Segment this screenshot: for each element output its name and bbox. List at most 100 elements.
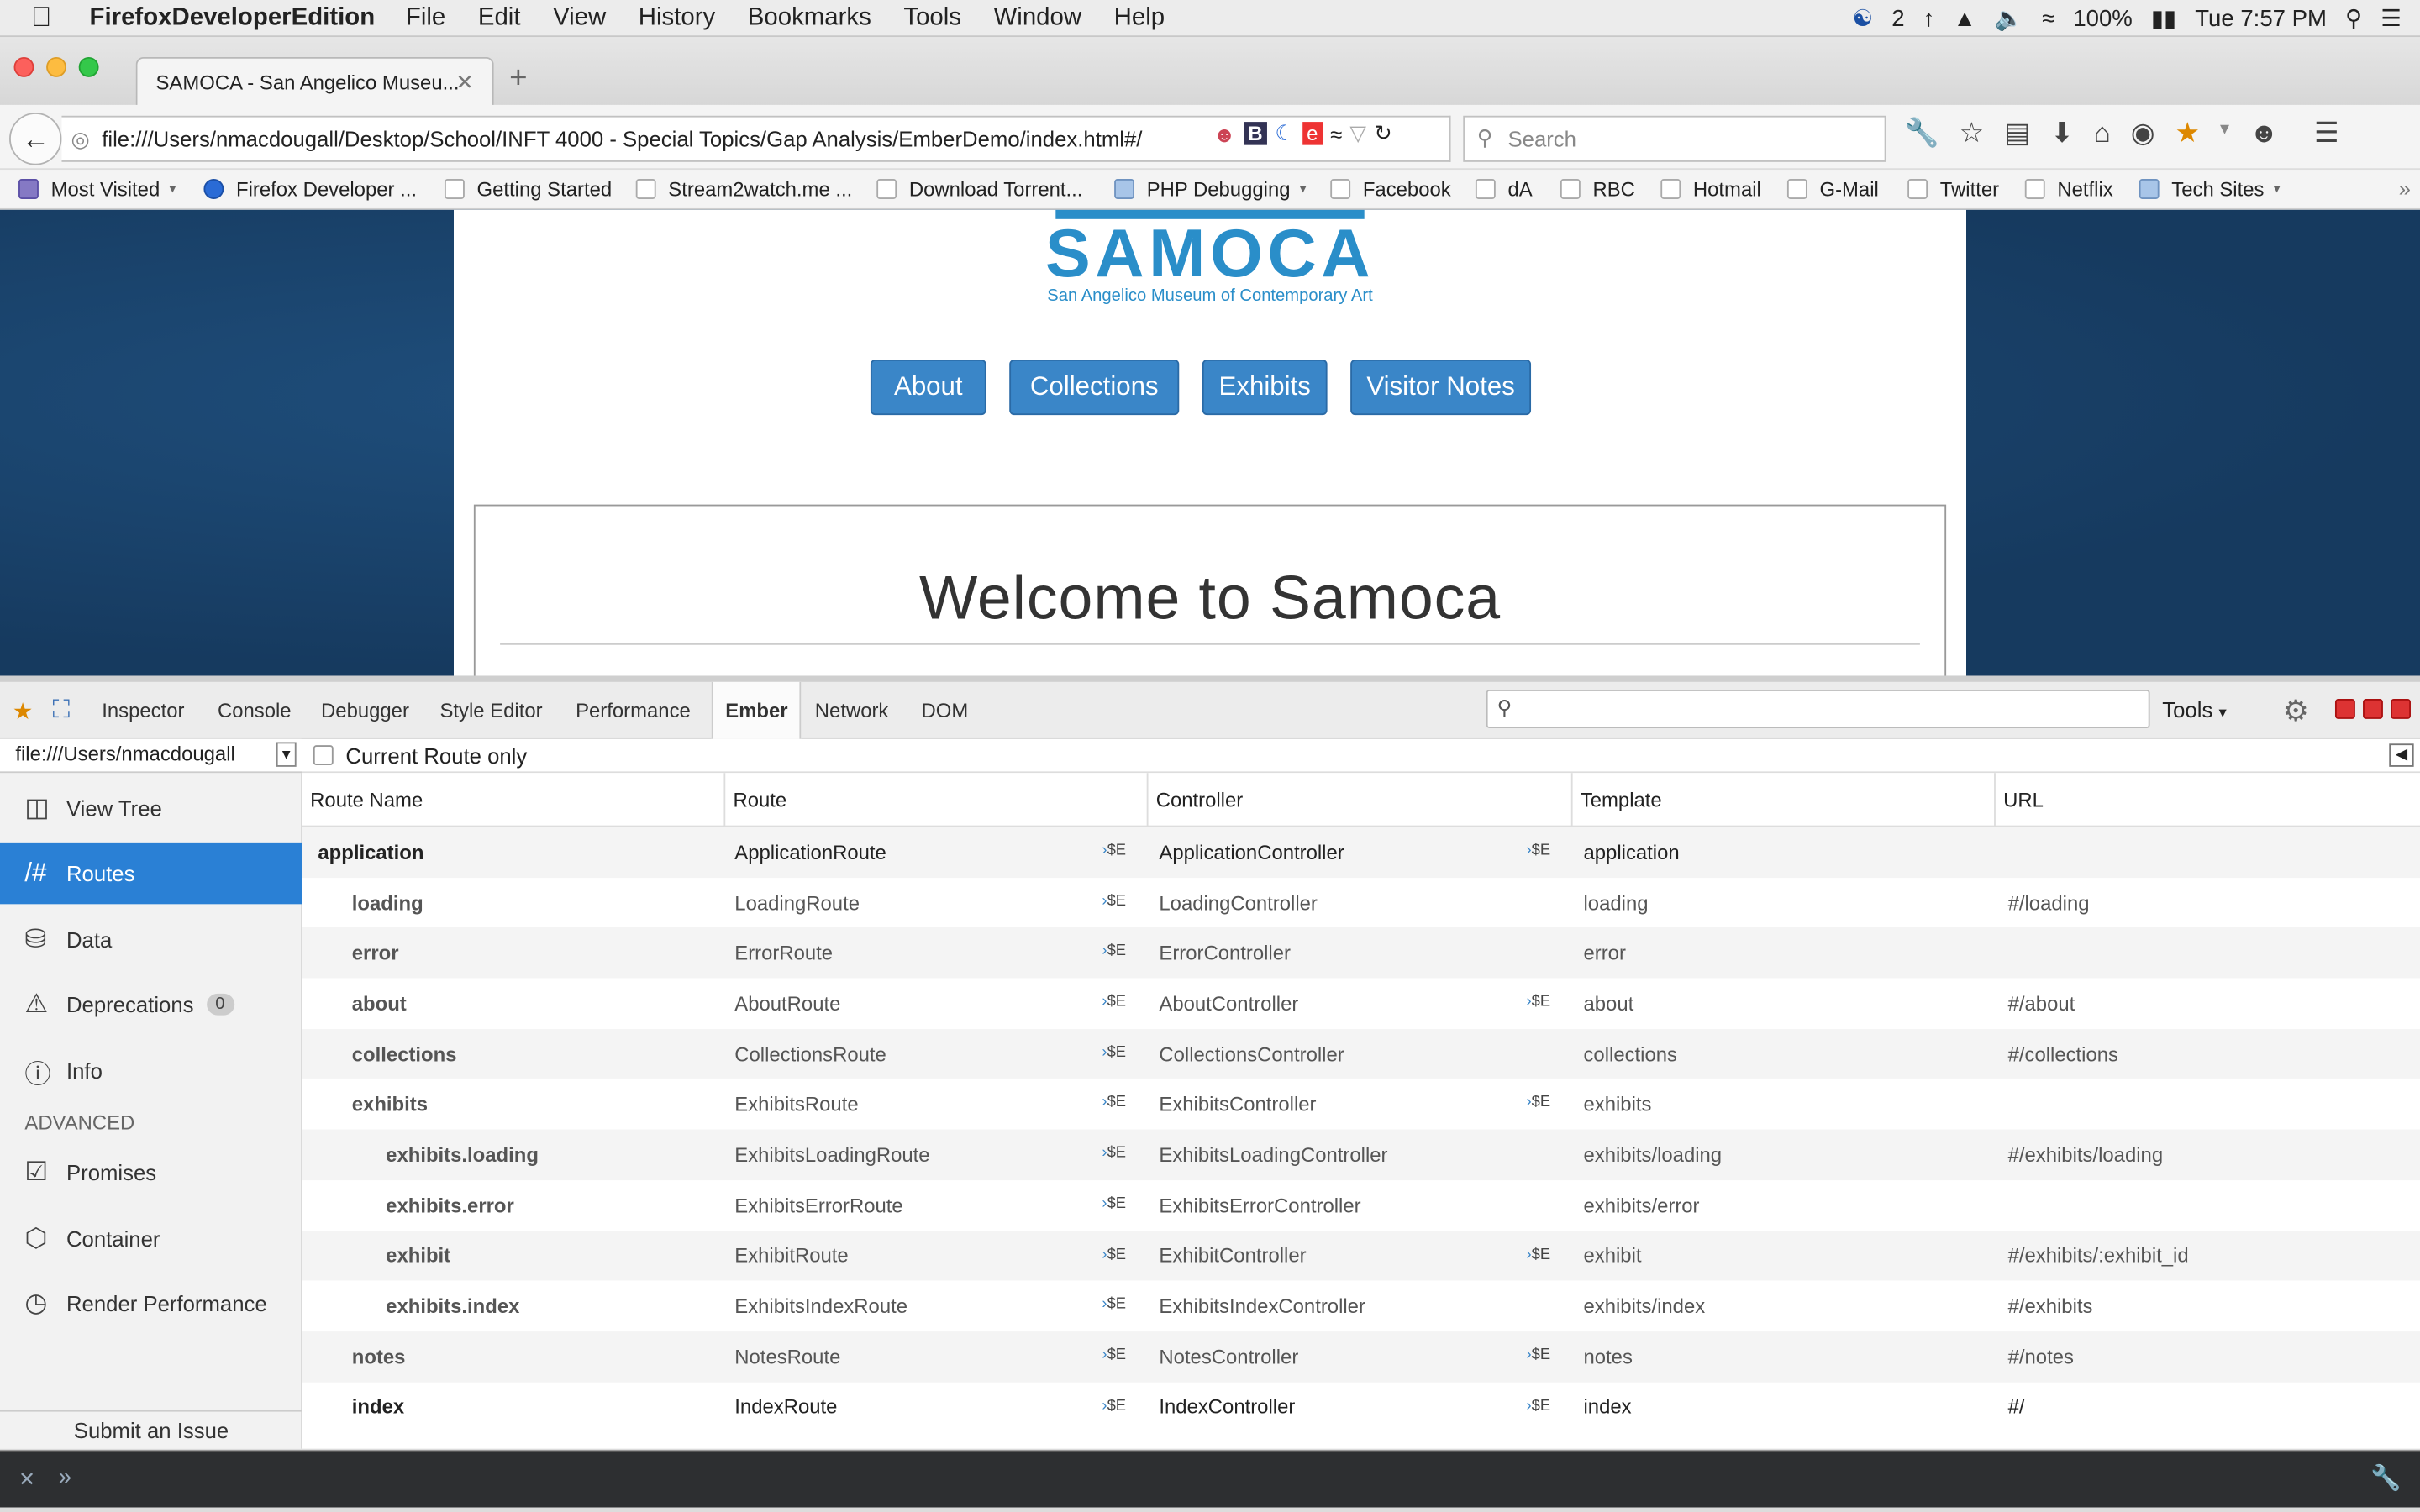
tab-inspector[interactable]: Inspector	[102, 682, 184, 739]
creative-cloud-icon[interactable]: ☯	[1853, 5, 1874, 32]
send-controller-to-console-button[interactable]: ›$E	[1527, 1347, 1551, 1363]
mustache-addon-icon[interactable]: ≈	[1330, 121, 1342, 145]
gear-icon[interactable]: ⚙	[2283, 695, 2309, 730]
search-bar[interactable]: ⚲ Search	[1463, 115, 1886, 162]
bookmark-twitter[interactable]: Twitter	[1907, 177, 1999, 201]
table-row[interactable]: exhibit ExhibitRoute ExhibitController exhi…	[302, 1230, 2420, 1281]
menu-file[interactable]: File	[406, 4, 445, 32]
tab-network[interactable]: Network	[815, 682, 889, 739]
tab-debugger[interactable]: Debugger	[321, 682, 409, 739]
drive-icon[interactable]: ▲	[1953, 5, 1975, 31]
send-controller-to-console-button[interactable]: ›$E	[1527, 843, 1551, 859]
battery-icon[interactable]: ▮▮	[2151, 5, 2176, 32]
spotlight-icon[interactable]: ⚲	[2345, 5, 2362, 32]
moon-addon-icon[interactable]: ☾	[1275, 120, 1294, 146]
nav-render-performance[interactable]: ◷ Render Performance	[0, 1273, 302, 1334]
tab-performance[interactable]: Performance	[576, 682, 691, 739]
tools-menu[interactable]: Tools ▾	[2162, 697, 2226, 722]
dock-side-icon[interactable]	[2334, 699, 2355, 719]
menu-help[interactable]: Help	[1114, 4, 1165, 32]
table-row[interactable]: exhibits ExhibitsRoute ExhibitsController e…	[302, 1079, 2420, 1130]
nav-info[interactable]: ⓘ Info	[0, 1040, 302, 1101]
reading-list-icon[interactable]: ▤	[2004, 118, 2030, 150]
browser-tab[interactable]: SAMOCA - San Angelico Museu... ✕	[135, 56, 494, 107]
close-tab-icon[interactable]: ✕	[455, 70, 474, 96]
close-devtools-icon[interactable]	[2391, 699, 2411, 719]
send-route-to-console-button[interactable]: ›$E	[1102, 1296, 1126, 1313]
table-row[interactable]: collections CollectionsRoute CollectionsCo…	[302, 1028, 2420, 1079]
nav-container[interactable]: ⬡ Container	[0, 1208, 302, 1269]
hamburger-menu-icon[interactable]: ☰	[2314, 118, 2339, 150]
console-prompt-icon[interactable]: »	[59, 1464, 71, 1490]
bookmark-star-icon[interactable]: ☆	[1960, 118, 1985, 150]
bookmark-facebook[interactable]: Facebook	[1330, 177, 1451, 201]
toggle-panel-icon[interactable]: ◀	[2389, 743, 2414, 767]
menu-edit[interactable]: Edit	[478, 4, 521, 32]
bookmark-tech-sites[interactable]: Tech Sites ▾	[2139, 177, 2281, 201]
send-route-to-console-button[interactable]: ›$E	[1102, 1044, 1126, 1061]
menu-bookmarks[interactable]: Bookmarks	[748, 4, 871, 32]
nav-routes[interactable]: /# Routes	[0, 842, 303, 905]
tab-console[interactable]: Console	[218, 682, 292, 739]
wifi-icon[interactable]: ≈	[2042, 5, 2054, 31]
download-icon[interactable]: ⬇	[2050, 118, 2074, 150]
ember-inspector-addon-icon[interactable]: ☻	[1213, 121, 1236, 145]
send-controller-to-console-button[interactable]: ›$E	[1527, 1246, 1551, 1263]
bookmark-da[interactable]: dA	[1475, 177, 1533, 201]
send-route-to-console-button[interactable]: ›$E	[1102, 1195, 1126, 1212]
send-controller-to-console-button[interactable]: ›$E	[1527, 1095, 1551, 1111]
send-controller-to-console-button[interactable]: ›$E	[1527, 1397, 1551, 1414]
close-console-icon[interactable]: ✕	[18, 1467, 35, 1492]
new-tab-button[interactable]: +	[509, 61, 527, 97]
bookmark-netflix[interactable]: Netflix	[2024, 177, 2113, 201]
send-route-to-console-button[interactable]: ›$E	[1102, 1347, 1126, 1363]
table-row[interactable]: about AboutRoute AboutController about #/abo…	[302, 979, 2420, 1029]
menu-view[interactable]: View	[553, 4, 606, 32]
firebug-icon[interactable]: ★	[13, 682, 34, 739]
bookmark-download-torrent[interactable]: Download Torrent...	[876, 177, 1082, 201]
firebug-dropdown-icon[interactable]: ▾	[2220, 118, 2229, 150]
firebug-icon[interactable]: ★	[2175, 118, 2200, 150]
nav-data[interactable]: ⛁ Data	[0, 909, 302, 970]
send-controller-to-console-button[interactable]: ›$E	[1527, 994, 1551, 1011]
usb-icon[interactable]: ↑	[1923, 5, 1935, 31]
app-select[interactable]: file:///Users/nmacdougall ▼	[0, 738, 303, 774]
b-addon-icon[interactable]: B	[1243, 122, 1268, 145]
bookmark-php-debugging[interactable]: PHP Debugging ▾	[1114, 177, 1307, 201]
tab-style-editor[interactable]: Style Editor	[439, 682, 542, 739]
nav-promises[interactable]: ☑ Promises	[0, 1142, 302, 1203]
send-route-to-console-button[interactable]: ›$E	[1102, 1397, 1126, 1414]
clock[interactable]: Tue 7:57 PM	[2195, 5, 2327, 31]
undock-icon[interactable]	[2363, 699, 2383, 719]
bookmark-getting-started[interactable]: Getting Started	[444, 177, 612, 201]
reload-icon[interactable]: ↻	[1374, 120, 1392, 146]
send-route-to-console-button[interactable]: ›$E	[1102, 1095, 1126, 1111]
menu-window[interactable]: Window	[994, 4, 1082, 32]
send-route-to-console-button[interactable]: ›$E	[1102, 893, 1126, 910]
volume-icon[interactable]: 🔈	[1995, 5, 2023, 32]
menu-history[interactable]: History	[639, 4, 715, 32]
zoom-window-button[interactable]	[78, 56, 99, 77]
collections-button[interactable]: Collections	[1009, 359, 1180, 416]
minimize-window-button[interactable]	[46, 56, 66, 77]
visitor-notes-button[interactable]: Visitor Notes	[1350, 359, 1532, 416]
send-route-to-console-button[interactable]: ›$E	[1102, 1145, 1126, 1162]
exhibits-button[interactable]: Exhibits	[1202, 359, 1328, 416]
table-row[interactable]: notes NotesRoute NotesController notes #/not…	[302, 1331, 2420, 1382]
notification-center-icon[interactable]: ☰	[2381, 5, 2402, 32]
bookmark-rbc[interactable]: RBC	[1560, 177, 1635, 201]
tab-dom[interactable]: DOM	[922, 682, 969, 739]
home-icon[interactable]: ⌂	[2094, 118, 2111, 150]
devtools-splitter[interactable]	[0, 675, 2420, 682]
pocket-icon[interactable]: ◉	[2131, 118, 2155, 150]
table-row[interactable]: index IndexRoute IndexController index #/ ›$E…	[302, 1382, 2420, 1432]
samoca-logo[interactable]: SAMOCA San Angelico Museum of Contempora…	[454, 209, 1966, 306]
bookmark-most-visited[interactable]: Most Visited ▾	[18, 177, 176, 201]
bookmark-firefox-developer[interactable]: Firefox Developer ...	[203, 177, 417, 201]
app-menu[interactable]: FirefoxDeveloperEdition	[90, 4, 376, 32]
bookmarks-overflow-icon[interactable]: »	[2399, 176, 2411, 200]
element-picker-icon[interactable]: ⛶	[52, 682, 70, 739]
e-addon-icon[interactable]: e	[1302, 122, 1323, 145]
menu-tools[interactable]: Tools	[903, 4, 961, 32]
bookmark-stream2watch[interactable]: Stream2watch.me ...	[635, 177, 852, 201]
